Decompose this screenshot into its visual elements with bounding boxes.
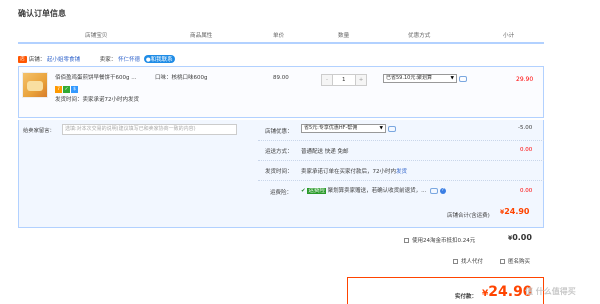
dropdown-arrow-icon: ▼ xyxy=(450,76,454,81)
coins-amount: ¥0.00 xyxy=(508,233,532,242)
header-unit-price: 单价 xyxy=(273,33,285,39)
divider xyxy=(258,180,544,181)
product-thumbnail[interactable] xyxy=(22,72,48,98)
dropdown-arrow-icon: ▼ xyxy=(379,126,383,131)
shop-discount-value: 省5元:专享优惠HF-帮佣 xyxy=(304,125,358,131)
coins-option[interactable]: 使用24淘金币抵扣0.24元 xyxy=(404,236,475,244)
quantity-input[interactable]: 1 xyxy=(342,77,346,83)
item-subtotal: 29.90 xyxy=(516,76,534,83)
shop-discount-select[interactable]: 省5元:专享优惠HF-帮佣 ▼ xyxy=(301,124,386,133)
shipping-value: 普通配送 快递 免邮 xyxy=(301,149,349,155)
insurance-badge: 运费险 xyxy=(307,188,326,194)
header-discount: 优惠方式 xyxy=(408,33,431,39)
anonymous-buy-checkbox[interactable] xyxy=(500,259,505,264)
product-attribute: 口味：核桃口味600g xyxy=(155,75,208,81)
coins-checkbox[interactable] xyxy=(404,238,409,243)
coins-label: 使用24淘金币抵扣0.24元 xyxy=(412,238,476,244)
discount-select[interactable]: 已省59.10元:聚划算 ▼ xyxy=(383,74,457,83)
discount-info-icon[interactable] xyxy=(459,76,467,82)
watermark: 值 什么值得买 xyxy=(525,287,576,296)
credit-icon: $ xyxy=(71,86,78,93)
header-quantity: 数量 xyxy=(338,33,350,39)
shop-discount-label: 店铺优惠： xyxy=(265,129,293,135)
divider xyxy=(258,140,544,141)
seller-name-link[interactable]: 怀仁怀德 xyxy=(118,57,140,63)
contact-seller-label: 和我联系 xyxy=(150,57,173,63)
seven-day-return-icon: 7 xyxy=(55,86,62,93)
seller-label: 卖家： xyxy=(99,57,117,63)
insurance-check-icon[interactable]: ✔ xyxy=(301,188,306,194)
shop-label: 店铺： xyxy=(28,57,46,63)
shop-total-amount: ¥24.90 xyxy=(500,207,530,216)
insurance-row: ✔ 运费险 聚划算卖家赠送，若确认收货前退货，... ? xyxy=(301,186,446,194)
quantity-minus-button[interactable]: - xyxy=(322,75,333,85)
pay-label: 实付款： xyxy=(455,294,478,300)
shop-name-link[interactable]: 起小姐零食铺 xyxy=(47,57,80,63)
contact-seller-button[interactable]: ●和我联系 xyxy=(143,55,175,63)
unit-price: 89.00 xyxy=(273,75,289,81)
insurance-label: 运费险： xyxy=(270,190,293,196)
guarantee-icon: ✓ xyxy=(63,86,70,93)
shop-total-label: 店铺合计(含运费) xyxy=(447,213,490,219)
insurance-value: 聚划算卖家赠送，若确认收货前退货，... xyxy=(327,188,427,194)
header-divider xyxy=(18,42,544,44)
header-attributes: 商品属性 xyxy=(190,33,213,39)
help-icon[interactable]: ? xyxy=(439,187,446,194)
insurance-chat-icon[interactable] xyxy=(430,187,439,194)
memo-label: 给卖家留言： xyxy=(23,128,55,134)
tmall-shop-icon: 店 xyxy=(18,56,27,63)
quantity-plus-button[interactable]: + xyxy=(355,75,366,85)
product-shipping-note: 发货时间：卖家承诺72小时内发货 xyxy=(55,97,139,103)
discount-select-value: 已省59.10元:聚划算 xyxy=(386,75,432,81)
shop-discount-amount: -5.00 xyxy=(518,125,533,131)
shipping-label: 运送方式： xyxy=(265,149,293,155)
delivery-text: 卖家承诺订单在买家付款后，72小时内 xyxy=(301,169,396,175)
delivery-link[interactable]: 发货 xyxy=(396,169,407,175)
shipping-amount: 0.00 xyxy=(520,147,533,153)
shop-total-value: 24.90 xyxy=(504,207,530,216)
pay-for-me-checkbox[interactable] xyxy=(453,259,458,264)
anonymous-buy-option[interactable]: 匿名购买 xyxy=(500,257,530,265)
coins-value: 0.00 xyxy=(512,233,532,242)
pay-for-me-label: 找人代付 xyxy=(461,259,484,265)
service-tags: 7 ✓ $ xyxy=(55,86,79,93)
product-title-link[interactable]: 佰佰盈鸡蛋煎饼早餐饼干600g ... xyxy=(55,73,155,81)
delivery-value: 卖家承诺订单在买家付款后，72小时内发货 xyxy=(301,167,407,175)
insurance-amount: 0.00 xyxy=(520,188,533,194)
delivery-label: 发货时间： xyxy=(265,169,293,175)
header-subtotal: 小计 xyxy=(503,33,515,39)
page-title: 确认订单信息 xyxy=(18,9,66,18)
seller-memo-input[interactable]: 选填:对本次交易的说明(建议填写已和卖家协商一致的内容) xyxy=(62,124,237,135)
anonymous-buy-label: 匿名购买 xyxy=(508,259,531,265)
header-shop-item: 店铺宝贝 xyxy=(85,33,108,39)
shop-discount-info-icon[interactable] xyxy=(388,126,396,132)
order-table-header: 店铺宝贝 商品属性 单价 数量 优惠方式 小计 xyxy=(0,28,600,42)
quantity-stepper: - 1 + xyxy=(321,74,367,86)
pay-for-me-option[interactable]: 找人代付 xyxy=(453,257,483,265)
divider xyxy=(258,160,544,161)
